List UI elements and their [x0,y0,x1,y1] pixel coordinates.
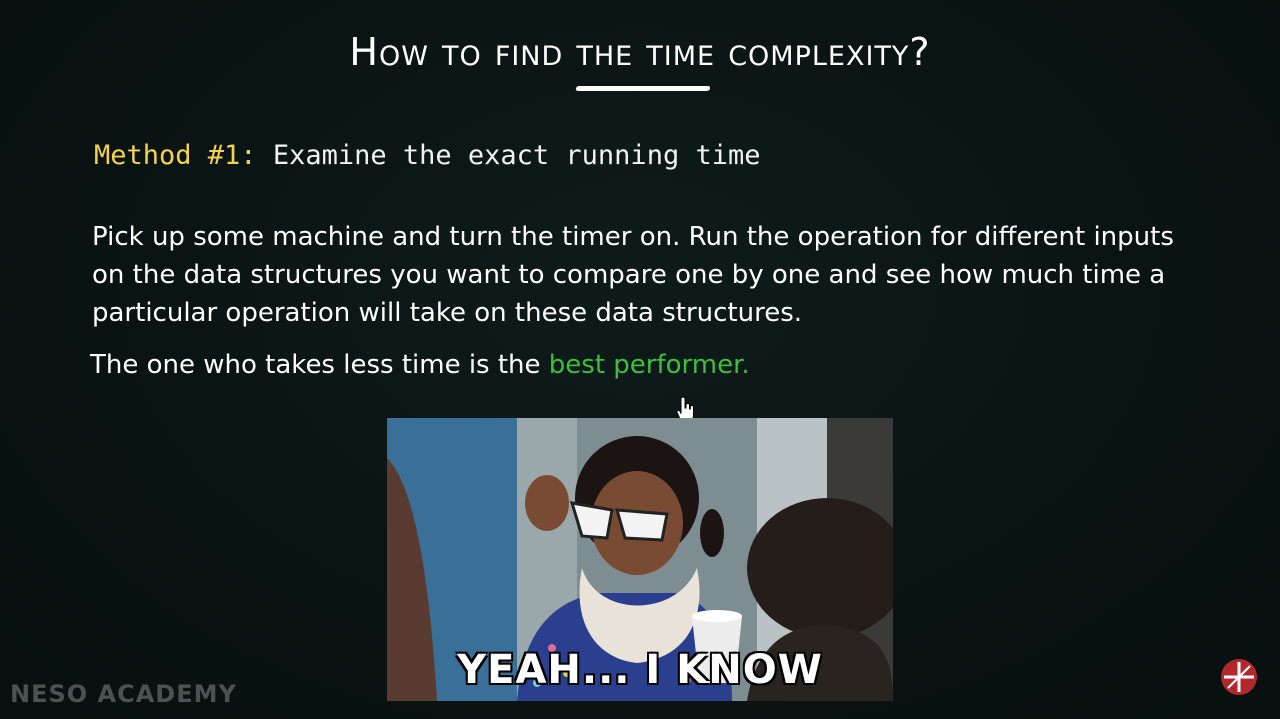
conclusion-line: The one who takes less time is the best … [90,350,750,380]
conclusion-prefix: The one who takes less time is the [90,350,549,380]
neso-logo-icon [1221,659,1257,695]
meme-caption: YEAH... I KNOW [457,647,823,693]
slide: How to find the time complexity? Method … [0,0,1280,719]
method-line: Method #1: Examine the exact running tim… [94,140,760,171]
method-label: Method #1: [94,140,257,171]
meme-image: YEAH... I KNOW [387,418,893,701]
method-description: Pick up some machine and turn the timer … [92,222,1174,328]
method-text: Examine the exact running time [256,140,761,171]
conclusion-highlight: best performer. [548,350,750,380]
brand-watermark: NESO ACADEMY [10,680,237,708]
slide-title: How to find the time complexity? [349,30,931,74]
title-underline [575,86,711,91]
